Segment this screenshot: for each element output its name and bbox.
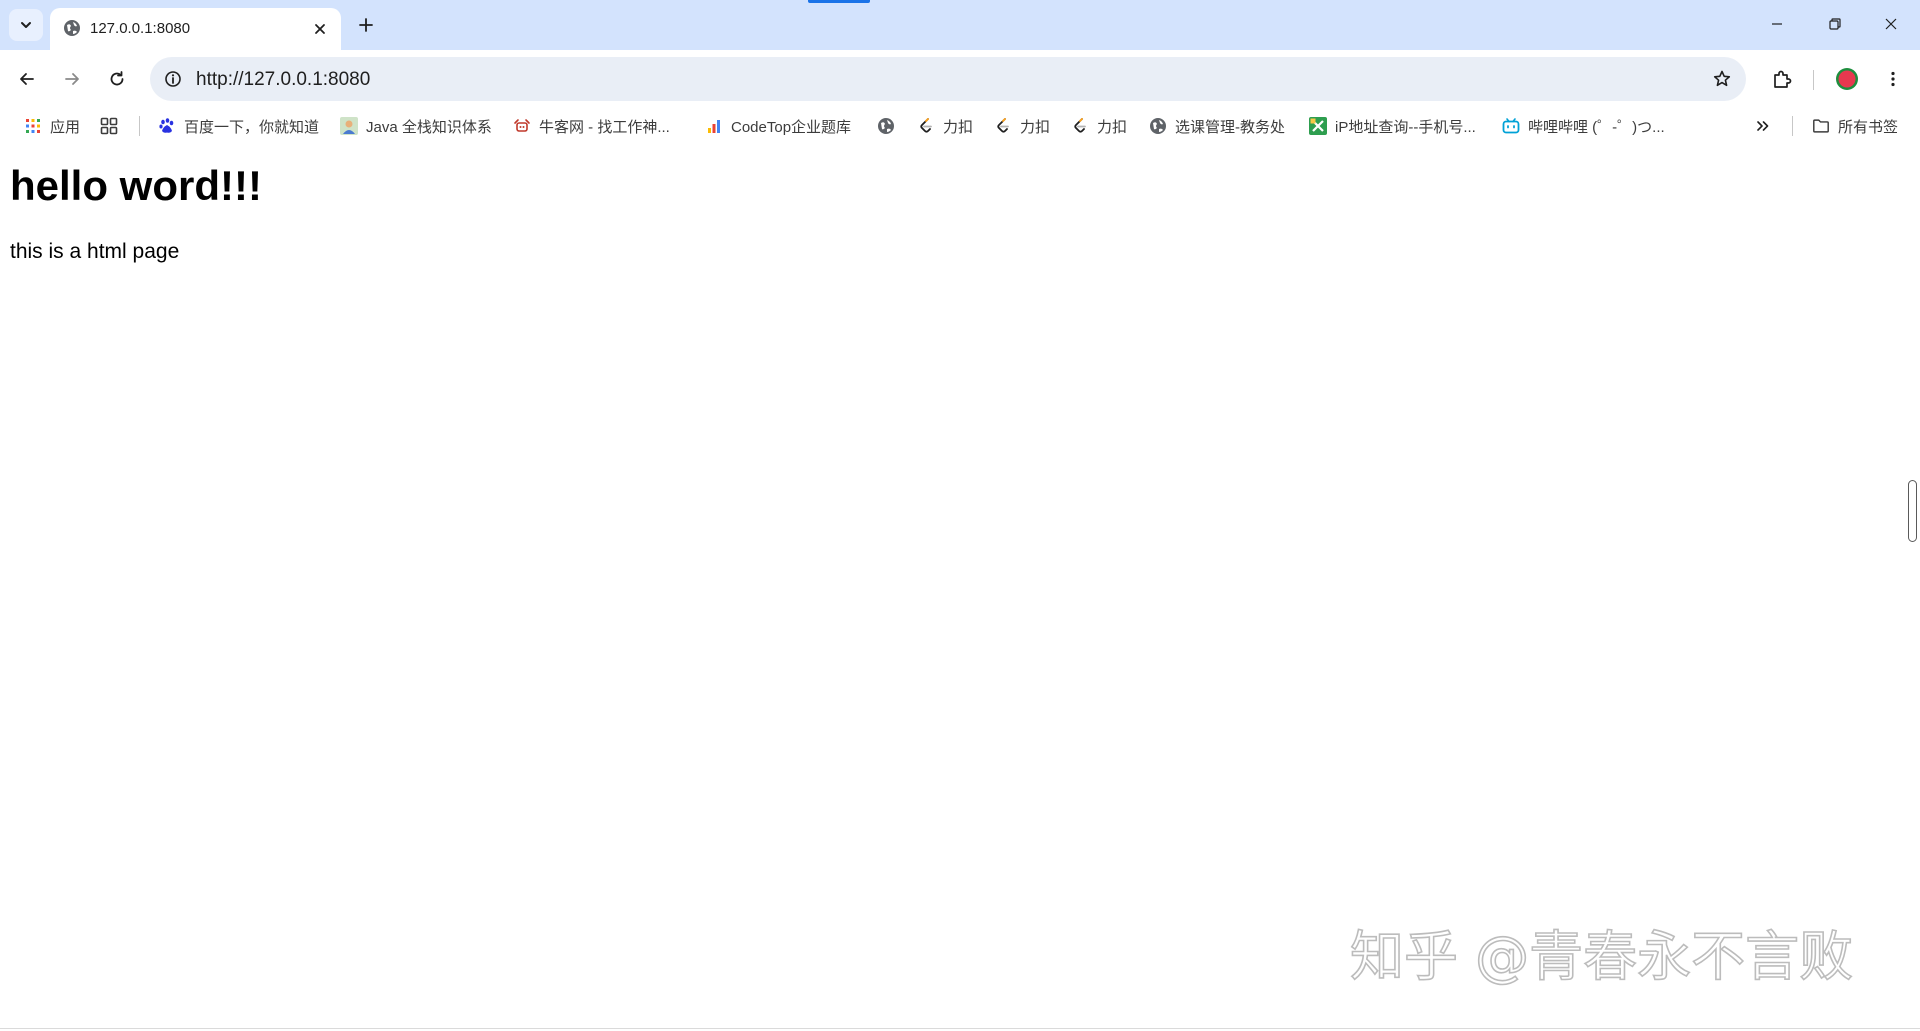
- bookmark-star-button[interactable]: [1708, 65, 1736, 93]
- globe-icon: [1149, 117, 1167, 135]
- nowcoder-icon: [513, 117, 531, 135]
- tab-strip: 127.0.0.1:8080: [0, 0, 1920, 50]
- bookmark-label: 百度一下，你就知道: [184, 118, 320, 136]
- leetcode-icon: [1071, 117, 1089, 135]
- arrow-right-icon: [65, 73, 79, 85]
- scrollbar[interactable]: [1908, 480, 1917, 542]
- bookmark-leetcode[interactable]: 力扣: [994, 113, 1050, 139]
- restore-icon: [1829, 18, 1841, 30]
- bookmarks-divider: [1792, 116, 1793, 136]
- bookmark-label: iP地址查询--手机号...: [1335, 118, 1476, 136]
- plus-icon: [359, 18, 373, 32]
- star-icon: [1713, 70, 1731, 87]
- restore-button[interactable]: [1806, 0, 1864, 48]
- ip-tool-icon: [1309, 117, 1327, 135]
- reload-button[interactable]: [100, 62, 134, 96]
- double-chevron-right-icon: [1754, 117, 1772, 135]
- avatar-icon: [1836, 68, 1858, 90]
- bookmarks-bar: 应用 百度一下，你就知道 Java 全栈知识体系 牛客网 - 找工作神... C…: [0, 107, 1920, 144]
- bookmark-nowcoder[interactable]: 牛客网 - 找工作神...: [513, 113, 670, 139]
- forward-button[interactable]: [55, 62, 89, 96]
- bookmark-label: 哔哩哔哩 (゜-゜)つ...: [1528, 118, 1665, 136]
- bookmark-codetop[interactable]: CodeTop企业题库: [705, 113, 851, 139]
- tab-groups-button[interactable]: [100, 113, 118, 139]
- close-icon: [315, 24, 325, 34]
- bookmark-label: 力扣: [943, 118, 974, 136]
- bookmark-label: 所有书签: [1838, 118, 1899, 136]
- bookmarks-overflow-button[interactable]: [1754, 113, 1772, 139]
- leetcode-icon: [917, 117, 935, 135]
- browser-window: 127.0.0.1:8080 http://127.0.0.1:8080 应用 …: [0, 0, 1920, 1031]
- bookmark-label: 力扣: [1097, 118, 1128, 136]
- bookmark-leetcode[interactable]: 力扣: [1071, 113, 1127, 139]
- watermark: 知乎 @青春永不言败: [1350, 924, 1854, 989]
- close-window-button[interactable]: [1862, 0, 1920, 48]
- bookmark-baidu[interactable]: 百度一下，你就知道: [158, 113, 319, 139]
- minimize-button[interactable]: [1748, 0, 1806, 48]
- bookmark-leetcode[interactable]: 力扣: [917, 113, 973, 139]
- bilibili-icon: [1502, 117, 1520, 135]
- globe-icon: [877, 117, 895, 135]
- window-bottom-edge: [0, 1028, 1920, 1029]
- all-bookmarks-button[interactable]: 所有书签: [1812, 113, 1898, 139]
- bookmark-java-fullstack[interactable]: Java 全栈知识体系: [340, 113, 492, 139]
- bar-chart-icon: [705, 117, 723, 135]
- menu-button[interactable]: [1876, 62, 1910, 96]
- toolbar-divider: [1813, 70, 1814, 90]
- folder-icon: [1812, 117, 1830, 135]
- close-icon: [1885, 18, 1897, 30]
- bookmark-course-selection[interactable]: 选课管理-教务处: [1149, 113, 1285, 139]
- bookmark-bilibili[interactable]: 哔哩哔哩 (゜-゜)つ...: [1502, 113, 1665, 139]
- page-paragraph: this is a html page: [10, 240, 180, 263]
- bookmark-apps[interactable]: 应用: [24, 113, 80, 139]
- bookmark-untitled[interactable]: [877, 113, 895, 139]
- bookmark-label: CodeTop企业题库: [731, 118, 852, 136]
- bookmark-label: 选课管理-教务处: [1175, 118, 1285, 136]
- profile-button[interactable]: [1830, 62, 1864, 96]
- puzzle-icon: [1774, 70, 1792, 88]
- more-vertical-icon: [1891, 71, 1895, 87]
- arrow-left-icon: [20, 73, 34, 85]
- info-icon: [165, 71, 181, 87]
- bookmark-label: 牛客网 - 找工作神...: [539, 118, 670, 136]
- page-heading: hello word!!!: [10, 162, 262, 209]
- minimize-icon: [1772, 23, 1782, 25]
- url-text[interactable]: http://127.0.0.1:8080: [196, 69, 370, 91]
- grid-icon: [100, 117, 118, 135]
- site-info-button[interactable]: [160, 66, 186, 92]
- tab-title: 127.0.0.1:8080: [90, 20, 191, 37]
- extensions-button[interactable]: [1765, 62, 1799, 96]
- bookmark-label: Java 全栈知识体系: [366, 118, 492, 136]
- back-button[interactable]: [10, 62, 44, 96]
- tab-search-button[interactable]: [9, 9, 43, 41]
- baidu-paw-icon: [158, 117, 176, 135]
- toolbar: http://127.0.0.1:8080: [0, 50, 1920, 107]
- new-tab-button[interactable]: [352, 11, 380, 39]
- bookmark-label: 力扣: [1020, 118, 1051, 136]
- chevron-down-icon: [21, 22, 31, 28]
- address-bar[interactable]: http://127.0.0.1:8080: [150, 57, 1746, 101]
- apps-grid-icon: [24, 117, 42, 135]
- globe-icon: [64, 20, 80, 36]
- bookmarks-divider: [139, 116, 140, 136]
- tab-close-button[interactable]: [309, 18, 331, 40]
- bookmark-label: 应用: [50, 118, 81, 136]
- leetcode-icon: [994, 117, 1012, 135]
- tab-loading-indicator: [808, 0, 870, 3]
- reload-icon: [110, 71, 124, 86]
- bookmark-ip-lookup[interactable]: iP地址查询--手机号...: [1309, 113, 1476, 139]
- avatar-icon: [340, 117, 358, 135]
- page-content: hello word!!! this is a html page 知乎 @青春…: [0, 144, 1920, 1031]
- watermark-text: 知乎 @青春永不言败: [1350, 925, 1853, 988]
- tab-active[interactable]: 127.0.0.1:8080: [50, 8, 341, 50]
